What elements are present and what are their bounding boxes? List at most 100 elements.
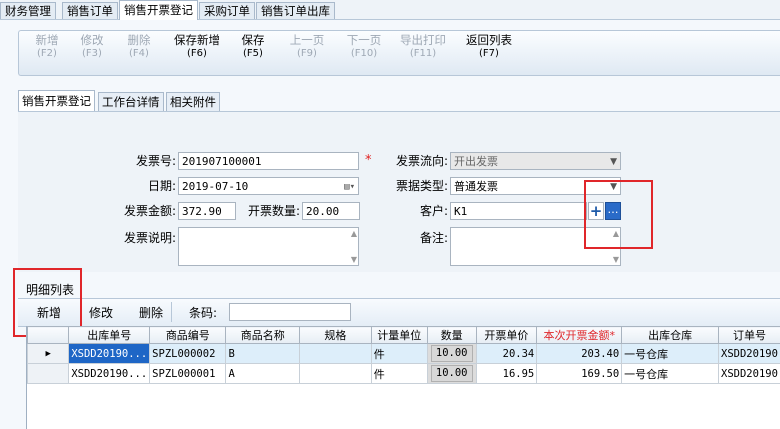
cell-product-code[interactable]: SPZL000001 bbox=[149, 363, 227, 384]
tab-sales-invoice[interactable]: 销售开票登记 bbox=[119, 0, 198, 20]
export-print-label: 导出打印 bbox=[400, 33, 446, 47]
delete-label: 删除 bbox=[127, 33, 151, 47]
prev-page-key: (F9) bbox=[297, 48, 317, 59]
detail-grid: 出库单号 商品编号 商品名称 规格 计量单位 数量 开票单价 本次开票金额* 出… bbox=[26, 326, 780, 429]
export-print-key: (F11) bbox=[409, 48, 437, 59]
detail-edit-button[interactable]: 修改 bbox=[89, 304, 113, 321]
amount-input[interactable]: 372.90 bbox=[178, 202, 236, 220]
cell-unit-price[interactable]: 20.34 bbox=[475, 343, 538, 364]
chevron-down-icon: ▼ bbox=[610, 157, 617, 167]
cell-warehouse[interactable]: 一号仓库 bbox=[621, 343, 720, 364]
date-label: 日期: bbox=[147, 179, 176, 193]
date-picker[interactable]: 2019-07-10 ▤▾ bbox=[178, 177, 359, 195]
col-unit-price[interactable]: 开票单价 bbox=[475, 326, 538, 344]
tab-purchase-order[interactable]: 采购订单 bbox=[199, 2, 255, 19]
delete-button[interactable]: 删除 (F4) bbox=[111, 33, 167, 61]
direction-value: 开出发票 bbox=[454, 155, 498, 168]
col-order-no[interactable]: 订单号 bbox=[718, 326, 780, 344]
prev-page-button[interactable]: 上一页 (F9) bbox=[279, 33, 335, 61]
next-page-key: (F10) bbox=[350, 48, 378, 59]
next-page-label: 下一页 bbox=[346, 33, 382, 47]
barcode-input[interactable] bbox=[229, 303, 351, 321]
type-value: 普通发票 bbox=[454, 180, 498, 193]
cell-outbound-no[interactable]: XSDD20190... bbox=[68, 343, 151, 364]
back-to-list-button[interactable]: 返回列表 (F7) bbox=[461, 33, 517, 61]
next-page-button[interactable]: 下一页 (F10) bbox=[336, 33, 392, 61]
cell-invoice-amount[interactable]: 169.50 bbox=[536, 363, 623, 384]
cell-warehouse[interactable]: 一号仓库 bbox=[621, 363, 720, 384]
type-label: 票据类型: bbox=[395, 179, 448, 193]
cell-order-no[interactable]: XSDD20190 bbox=[718, 343, 780, 364]
separator bbox=[171, 302, 172, 322]
cell-invoice-amount[interactable]: 203.40 bbox=[536, 343, 623, 364]
desc-textarea[interactable]: ▲ ▼ bbox=[178, 227, 359, 266]
export-print-button[interactable]: 导出打印 (F11) bbox=[395, 33, 451, 61]
direction-label: 发票流向: bbox=[395, 154, 448, 168]
tab-sales-outbound[interactable]: 销售订单出库 bbox=[256, 2, 335, 19]
customer-label: 客户: bbox=[419, 204, 448, 218]
cell-quantity[interactable]: 10.00 bbox=[426, 343, 477, 364]
scroll-up-icon[interactable]: ▲ bbox=[351, 229, 357, 238]
cell-product-code[interactable]: SPZL000002 bbox=[149, 343, 227, 364]
cell-quantity[interactable]: 10.00 bbox=[426, 363, 477, 384]
tab-sales-order[interactable]: 销售订单 bbox=[62, 2, 118, 19]
module-tab-bar: 财务管理 销售订单 销售开票登记 采购订单 销售订单出库 bbox=[0, 0, 780, 20]
invoice-no-label: 发票号: bbox=[135, 154, 176, 168]
cell-order-no[interactable]: XSDD20190 bbox=[718, 363, 780, 384]
cell-product-name[interactable]: B bbox=[225, 343, 300, 364]
save-and-new-key: (F6) bbox=[187, 48, 207, 59]
subtab-attachments[interactable]: 相关附件 bbox=[166, 92, 220, 111]
detail-delete-button[interactable]: 删除 bbox=[139, 304, 163, 321]
row-header-corner bbox=[27, 326, 70, 344]
qty-input[interactable]: 20.00 bbox=[302, 202, 360, 220]
col-product-name[interactable]: 商品名称 bbox=[225, 326, 300, 344]
qty-label: 开票数量: bbox=[247, 204, 300, 218]
save-and-new-button[interactable]: 保存新增 (F6) bbox=[169, 33, 225, 61]
amount-label: 发票金额: bbox=[123, 204, 176, 218]
col-warehouse[interactable]: 出库仓库 bbox=[621, 326, 720, 344]
cell-unit-price[interactable]: 16.95 bbox=[475, 363, 538, 384]
row-selector[interactable] bbox=[27, 363, 70, 384]
col-spec[interactable]: 规格 bbox=[298, 326, 372, 344]
row-selector-icon[interactable]: ▶ bbox=[27, 343, 70, 364]
quantity-value: 10.00 bbox=[430, 345, 473, 362]
tab-finance[interactable]: 财务管理 bbox=[0, 2, 56, 19]
direction-select[interactable]: 开出发票 ▼ bbox=[450, 152, 621, 170]
cell-spec[interactable] bbox=[298, 343, 372, 364]
barcode-label: 条码: bbox=[189, 306, 218, 320]
save-and-new-label: 保存新增 bbox=[174, 33, 220, 47]
highlight-box-customer bbox=[584, 180, 653, 249]
scroll-down-icon[interactable]: ▼ bbox=[351, 255, 357, 264]
detail-toolbar: 新增 修改 删除 条码: bbox=[18, 298, 780, 327]
subtab-workbench-details[interactable]: 工作台详情 bbox=[98, 92, 164, 111]
cell-product-name[interactable]: A bbox=[225, 363, 300, 384]
customer-input[interactable]: K1 bbox=[450, 202, 587, 220]
col-unit[interactable]: 计量单位 bbox=[370, 326, 428, 344]
table-row[interactable]: ▶ XSDD20190... SPZL000002 B 件 10.00 20.3… bbox=[27, 343, 780, 364]
cell-unit[interactable]: 件 bbox=[370, 363, 428, 384]
cell-spec[interactable] bbox=[298, 363, 372, 384]
table-header: 出库单号 商品编号 商品名称 规格 计量单位 数量 开票单价 本次开票金额* 出… bbox=[27, 326, 780, 344]
calendar-icon[interactable]: ▤▾ bbox=[344, 178, 355, 196]
cell-outbound-no[interactable]: XSDD20190... bbox=[68, 363, 151, 384]
save-button[interactable]: 保存 (F5) bbox=[225, 33, 281, 61]
scroll-down-icon[interactable]: ▼ bbox=[613, 255, 619, 264]
col-outbound-no[interactable]: 出库单号 bbox=[68, 326, 151, 344]
col-invoice-amount[interactable]: 本次开票金额* bbox=[536, 326, 623, 344]
required-mark: * bbox=[365, 153, 372, 168]
subtab-invoice-register[interactable]: 销售开票登记 bbox=[18, 90, 95, 112]
invoice-no-input[interactable]: 201907100001 bbox=[178, 152, 359, 170]
table-row[interactable]: XSDD20190... SPZL000001 A 件 10.00 16.95 … bbox=[27, 363, 780, 384]
save-label: 保存 bbox=[241, 33, 265, 47]
detail-table: 出库单号 商品编号 商品名称 规格 计量单位 数量 开票单价 本次开票金额* 出… bbox=[27, 326, 780, 384]
main-toolbar: 新增 (F2) 修改 (F3) 删除 (F4) 保存新增 (F6) 保存 (F5) 上一页… bbox=[18, 30, 780, 76]
delete-key: (F4) bbox=[129, 48, 149, 59]
desc-label: 发票说明: bbox=[123, 231, 176, 245]
quantity-value: 10.00 bbox=[430, 365, 473, 382]
back-to-list-key: (F7) bbox=[479, 48, 499, 59]
back-to-list-label: 返回列表 bbox=[466, 33, 512, 47]
date-value: 2019-07-10 bbox=[182, 180, 249, 193]
cell-unit[interactable]: 件 bbox=[370, 343, 428, 364]
col-product-code[interactable]: 商品编号 bbox=[149, 326, 227, 344]
col-quantity[interactable]: 数量 bbox=[426, 326, 477, 344]
